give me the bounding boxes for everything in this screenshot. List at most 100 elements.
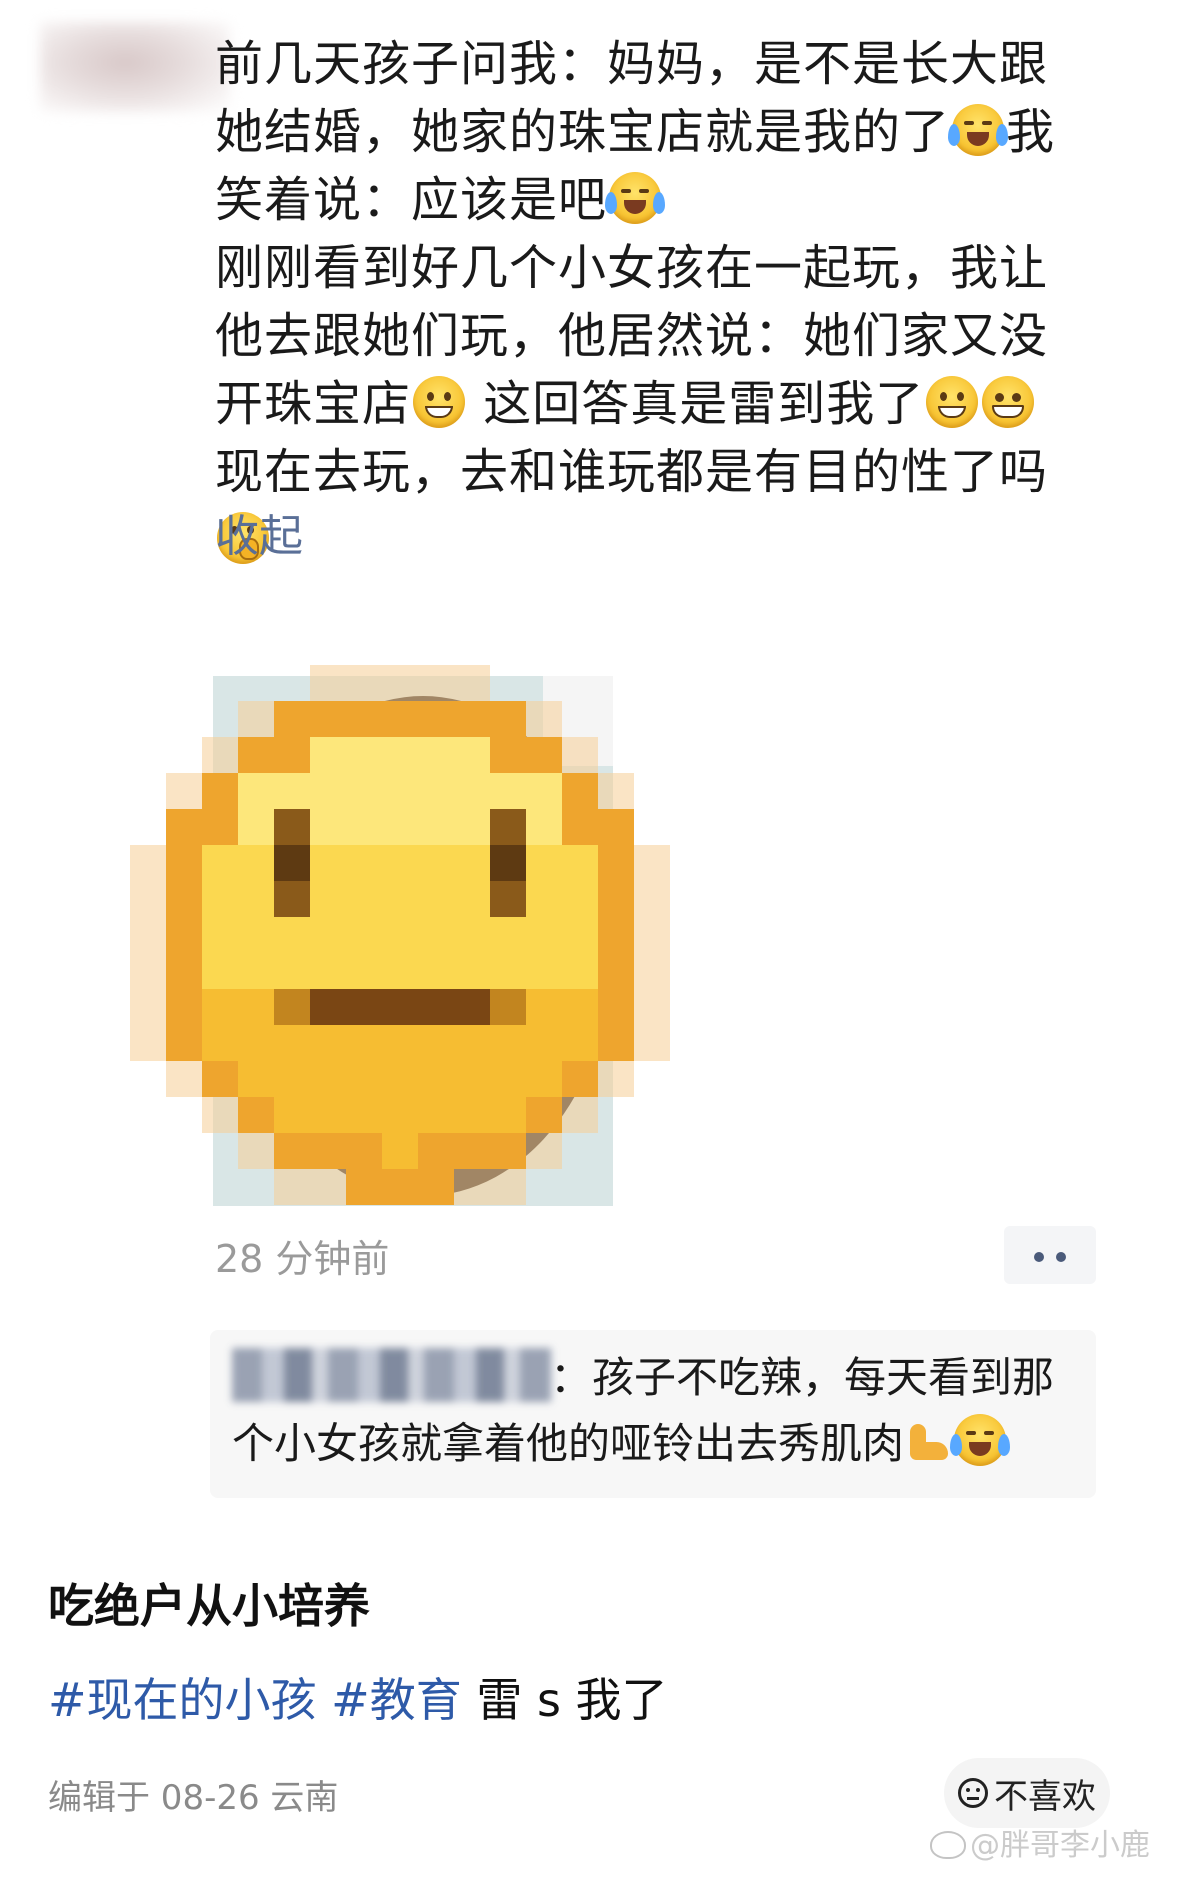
post-line-1: 前几天孩子问我：妈妈，是不是长大跟: [215, 36, 1049, 92]
hashtag-line: #现在的小孩 #教育 雷 s 我了: [48, 1664, 668, 1730]
mosaic-cell: [202, 881, 238, 917]
mosaic-cell: [310, 773, 346, 809]
mosaic-cell: [418, 1025, 454, 1061]
mosaic-cell: [454, 1169, 490, 1205]
mosaic-cell: [310, 917, 346, 953]
mosaic-cell: [454, 1133, 490, 1169]
mosaic-cell: [166, 773, 202, 809]
watermark-text: @胖哥李小鹿: [970, 1828, 1150, 1863]
mosaic-cell: [238, 881, 274, 917]
mosaic-cell: [310, 1169, 346, 1205]
mosaic-cell: [454, 953, 490, 989]
mosaic-cell: [562, 1097, 598, 1133]
mosaic-cell: [274, 989, 310, 1025]
post-line-2-tail: 我: [1006, 104, 1056, 160]
mosaic-cell: [202, 737, 238, 773]
mosaic-cell: [598, 881, 634, 917]
grin-emoji-icon: [926, 376, 979, 428]
more-options-button[interactable]: [1004, 1226, 1096, 1284]
mosaic-cell: [454, 773, 490, 809]
mosaic-cell: [598, 953, 634, 989]
mosaic-cell: [238, 953, 274, 989]
mosaic-cell: [454, 1025, 490, 1061]
collapse-link[interactable]: 收起: [215, 500, 303, 564]
mosaic-cell: [382, 773, 418, 809]
laugh-cry-emoji-icon: [950, 1414, 1011, 1466]
blurred-avatar[interactable]: [40, 22, 230, 112]
mosaic-cell: [418, 809, 454, 845]
mosaic-cell: [562, 737, 598, 773]
mosaic-cell: [454, 737, 490, 773]
mosaic-cell: [238, 845, 274, 881]
mosaic-cell: [274, 1169, 310, 1205]
mosaic-cell: [562, 989, 598, 1025]
blurred-commenter-name[interactable]: [232, 1348, 552, 1402]
mosaic-cell: [310, 953, 346, 989]
mosaic-cell: [526, 1133, 562, 1169]
mosaic-cell: [310, 809, 346, 845]
mosaic-cell: [346, 1025, 382, 1061]
mosaic-cell: [526, 701, 562, 737]
mosaic-cell: [130, 845, 166, 881]
mosaic-cell: [526, 881, 562, 917]
mosaic-cell: [130, 881, 166, 917]
mosaic-cell: [634, 917, 670, 953]
mosaic-cell: [490, 1133, 526, 1169]
mosaic-cell: [238, 1097, 274, 1133]
mosaic-cell: [310, 1133, 346, 1169]
mosaic-cell: [346, 665, 382, 701]
mosaic-cell: [202, 1061, 238, 1097]
mosaic-cell: [490, 809, 526, 845]
comment-box[interactable]: ：孩子不吃辣，每天看到那 个小女孩就拿着他的哑铃出去秀肌肉: [210, 1330, 1096, 1498]
mosaic-cell: [238, 989, 274, 1025]
mosaic-cell: [526, 989, 562, 1025]
mosaic-cell: [310, 1097, 346, 1133]
mosaic-cell: [202, 1025, 238, 1061]
mosaic-cell: [346, 845, 382, 881]
mosaic-cell: [454, 845, 490, 881]
post-line-3: 笑着说：应该是吧: [215, 172, 608, 228]
mosaic-cell: [490, 953, 526, 989]
post-line-6-tail: 这回答真是雷到我了: [467, 376, 925, 432]
mosaic-cell: [418, 917, 454, 953]
comment-line-2: 个小女孩就拿着他的哑铃出去秀肌肉: [232, 1410, 1011, 1471]
weibo-logo-icon: [930, 1831, 966, 1859]
mosaic-cell: [382, 701, 418, 737]
mosaic-cell: [598, 809, 634, 845]
dislike-button[interactable]: 不喜欢: [944, 1758, 1110, 1828]
laugh-cry-emoji-icon: [605, 172, 666, 224]
mosaic-cell: [382, 1025, 418, 1061]
mosaic-cell: [526, 917, 562, 953]
mosaic-cell: [490, 701, 526, 737]
hashtag-link[interactable]: #教育: [331, 1673, 462, 1727]
mosaic-cell: [562, 809, 598, 845]
mosaic-cell: [346, 737, 382, 773]
mosaic-cell: [346, 989, 382, 1025]
mosaic-cell: [346, 701, 382, 737]
mosaic-cell: [526, 953, 562, 989]
hashtag-link[interactable]: #现在的小孩: [48, 1673, 317, 1727]
mosaic-cell: [490, 1097, 526, 1133]
mosaic-cell: [418, 737, 454, 773]
mosaic-cell: [562, 881, 598, 917]
mosaic-cell: [562, 1025, 598, 1061]
hashtag-trailing-text: 雷 s 我了: [476, 1673, 668, 1727]
mosaic-cell: [418, 845, 454, 881]
post-body: 前几天孩子问我：妈妈，是不是长大跟 她结婚，她家的珠宝店就是我的了我 笑着说：应…: [215, 30, 1095, 574]
mosaic-cell: [454, 881, 490, 917]
beam-emoji-icon: [982, 376, 1035, 428]
mosaic-cell: [166, 1061, 202, 1097]
dislike-label: 不喜欢: [994, 1776, 1096, 1817]
mosaic-cell: [202, 809, 238, 845]
mosaic-cell: [526, 1025, 562, 1061]
mosaic-cell: [526, 845, 562, 881]
mosaic-cell: [418, 1133, 454, 1169]
mosaic-cell: [418, 701, 454, 737]
mosaic-cell: [130, 917, 166, 953]
mosaic-cell: [562, 1061, 598, 1097]
mosaic-cell: [454, 809, 490, 845]
mosaic-cell: [382, 1169, 418, 1205]
laugh-cry-emoji-icon: [948, 104, 1009, 156]
mosaic-cell: [634, 1025, 670, 1061]
mosaic-cell: [490, 773, 526, 809]
